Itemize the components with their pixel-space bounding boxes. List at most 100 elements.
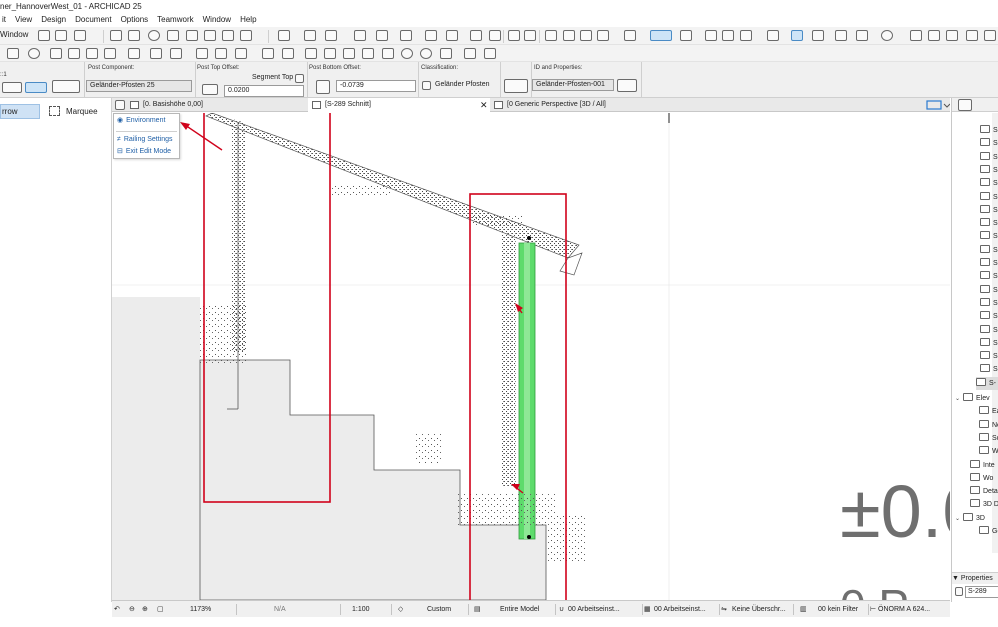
grid-icon[interactable] — [148, 30, 160, 41]
rotate-icon[interactable] — [966, 30, 978, 41]
post-top-offset-input[interactable]: 0.0200 — [224, 85, 304, 97]
geometry-method-icon[interactable] — [2, 82, 22, 93]
undo-view-icon[interactable]: ↶ — [114, 601, 120, 618]
3d-box-icon[interactable] — [55, 30, 67, 41]
menu-design[interactable]: Design — [41, 13, 66, 27]
print-icon[interactable] — [470, 30, 482, 41]
wall-icon[interactable] — [305, 48, 317, 59]
model-view-value[interactable]: 00 Arbeitseinst... — [654, 601, 716, 618]
drag-icon[interactable] — [104, 48, 116, 59]
lock-icon[interactable] — [222, 30, 234, 41]
marquee-tool[interactable]: Marquee — [49, 106, 98, 116]
navigator-group-item[interactable]: 3D D — [970, 498, 998, 511]
menu-window[interactable]: Window — [203, 13, 231, 27]
redo-icon[interactable] — [524, 30, 536, 41]
classification-value[interactable]: Geländer Pfosten — [435, 81, 489, 88]
trim-icon[interactable] — [7, 48, 19, 59]
renovation-icon[interactable] — [856, 30, 868, 41]
tab-section[interactable]: [S-289 Schnitt] — [308, 98, 490, 112]
navigator-section-item[interactable]: S- — [980, 257, 998, 270]
overflow-icon[interactable] — [984, 30, 996, 41]
fillet-icon[interactable] — [196, 48, 208, 59]
pick-icon[interactable] — [563, 30, 575, 41]
navigator-view-icon[interactable] — [958, 99, 972, 111]
rotate-element-icon[interactable] — [86, 48, 98, 59]
select-icon[interactable] — [545, 30, 557, 41]
navigator-section-item[interactable]: S- — [980, 151, 998, 164]
angle-value[interactable]: N/A — [274, 601, 286, 618]
cube-icon[interactable] — [240, 30, 252, 41]
group-icon[interactable] — [812, 30, 824, 41]
measure-icon[interactable] — [597, 30, 609, 41]
navigator-group-item[interactable]: W — [979, 445, 998, 458]
zoom-value[interactable]: 1173% — [190, 601, 211, 618]
navigator-section-item[interactable]: S- — [980, 230, 998, 243]
navigator-section-item[interactable]: S- — [980, 244, 998, 257]
polyline-icon[interactable] — [440, 48, 452, 59]
mirror-icon[interactable] — [68, 48, 80, 59]
override-value[interactable]: Keine Überschr... — [732, 601, 790, 618]
menu-document[interactable]: Document — [75, 13, 111, 27]
adjust-icon[interactable] — [235, 48, 247, 59]
navigator-section-item[interactable]: S- — [980, 284, 998, 297]
tab-floor-plan[interactable]: [0. Basishöhe 0,00] — [126, 98, 308, 112]
lock2-icon[interactable] — [767, 30, 779, 41]
navigator-group-item[interactable]: Ge — [979, 525, 998, 538]
navigator-group-item[interactable]: ⌄ Elev — [955, 392, 990, 405]
label-icon[interactable] — [484, 48, 496, 59]
cloud-classification-icon[interactable] — [504, 79, 528, 93]
walk-icon[interactable] — [110, 30, 122, 41]
navigator-section-item[interactable]: S- — [980, 137, 998, 150]
navigator-group-item[interactable]: Deta — [970, 485, 998, 498]
model-value[interactable]: Entire Model — [500, 601, 539, 618]
menu-view[interactable]: View — [15, 13, 32, 27]
stretch-icon[interactable] — [150, 48, 162, 59]
navigator-section-item[interactable]: S- — [980, 297, 998, 310]
image-icon[interactable] — [425, 30, 437, 41]
environment-item[interactable]: ◉ Environment — [117, 116, 165, 125]
dimension-value[interactable]: ÖNORM A 624... — [878, 601, 948, 618]
navigation-icon[interactable] — [881, 30, 893, 41]
navigator-section-item[interactable]: S- — [980, 217, 998, 230]
menu-teamwork[interactable]: Teamwork — [157, 13, 193, 27]
section-drawing-canvas[interactable]: ±0.0 0.P — [112, 113, 950, 600]
beam-icon[interactable] — [343, 48, 355, 59]
navigator-section-item[interactable]: S- — [980, 324, 998, 337]
menu-options[interactable]: Options — [121, 13, 149, 27]
settings-icon[interactable] — [186, 30, 198, 41]
resize-icon[interactable] — [170, 48, 182, 59]
multiply-icon[interactable] — [262, 48, 274, 59]
navigator-group-item[interactable]: Inte — [970, 459, 995, 472]
circle-icon[interactable] — [420, 48, 432, 59]
scale-value[interactable]: 1:100 — [352, 601, 370, 618]
navigator-section-item[interactable]: S- — [980, 191, 998, 204]
grid-snap-icon[interactable] — [680, 30, 692, 41]
layers-icon[interactable] — [167, 30, 179, 41]
tab-3d[interactable]: [0 Generic Perspective [3D / All] — [490, 98, 670, 112]
post-bottom-offset-input[interactable]: -0.0739 — [336, 80, 416, 92]
menu-help[interactable]: Help — [240, 13, 256, 27]
swap-icon[interactable] — [946, 30, 958, 41]
navigator-group-item[interactable]: So — [979, 432, 998, 445]
plot-icon[interactable] — [489, 30, 501, 41]
navigator-section-item[interactable]: S- — [976, 376, 998, 390]
text-icon[interactable] — [376, 30, 388, 41]
navigator-section-item[interactable]: S- — [980, 350, 998, 363]
element-icon[interactable] — [278, 30, 290, 41]
eraser-icon[interactable] — [722, 30, 734, 41]
zoom-out-icon[interactable]: ⊖ — [129, 601, 135, 618]
navigator-section-item[interactable]: S- — [980, 177, 998, 190]
undo-icon[interactable] — [508, 30, 520, 41]
guide-icon[interactable] — [624, 30, 636, 41]
menu-edit[interactable]: it — [2, 13, 6, 27]
properties-icon[interactable] — [617, 79, 637, 92]
navigator-section-item[interactable]: S- — [980, 164, 998, 177]
railing-method-icon[interactable] — [25, 82, 47, 93]
column-icon[interactable] — [324, 48, 336, 59]
paint-icon[interactable] — [74, 30, 86, 41]
navigator-group-item[interactable]: No — [979, 419, 998, 432]
slab-icon[interactable] — [362, 48, 374, 59]
split-icon[interactable] — [50, 48, 62, 59]
navigator-section-item[interactable]: S- — [980, 363, 998, 376]
marker-icon[interactable] — [354, 30, 366, 41]
